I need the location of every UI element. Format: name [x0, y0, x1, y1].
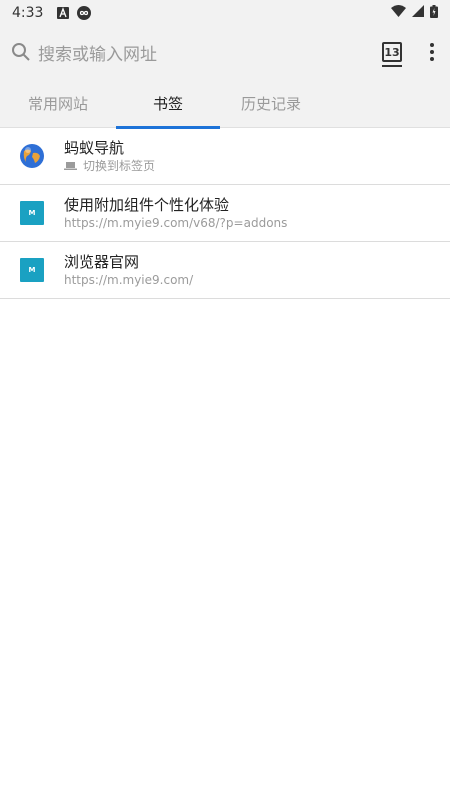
search-icon[interactable]	[10, 41, 32, 63]
bookmark-title: 浏览器官网	[64, 253, 140, 271]
bookmark-url: https://m.myie9.com/	[64, 273, 194, 287]
tab-label: 常用网站	[27, 94, 88, 113]
more-menu-icon[interactable]	[424, 40, 440, 64]
bookmark-subtitle: 切换到标签页	[83, 159, 156, 173]
battery-icon	[430, 4, 438, 22]
wifi-icon	[391, 5, 406, 21]
list-item[interactable]: 蚂蚁导航 切换到标签页	[0, 128, 450, 185]
bookmark-url: https://m.myie9.com/v68/?p=addons	[64, 216, 288, 230]
tab-count: 13	[382, 42, 402, 62]
laptop-icon	[64, 161, 77, 171]
tab-label: 书签	[152, 94, 183, 113]
tab-history[interactable]: 历史记录	[220, 78, 322, 128]
site-icon-letter: M	[20, 258, 44, 282]
m-site-icon: M	[18, 256, 46, 284]
tab-bar: 常用网站 书签 历史记录	[0, 78, 450, 129]
tab-label: 历史记录	[240, 94, 301, 113]
tab-switcher-button[interactable]: 13	[380, 40, 404, 67]
status-time: 4:33	[12, 5, 44, 21]
list-item[interactable]: M 使用附加组件个性化体验 https://m.myie9.com/v68/?p…	[0, 185, 450, 242]
signal-icon	[412, 5, 424, 21]
bookmark-list: 蚂蚁导航 切换到标签页 M 使用附加组件个性化体验 https://m.myie…	[0, 128, 450, 299]
m-site-icon: M	[18, 199, 46, 227]
bookmark-title: 使用附加组件个性化体验	[64, 196, 230, 214]
browser-toolbar: 搜索或输入网址 13	[0, 26, 450, 78]
tab-bookmarks[interactable]: 书签	[116, 78, 220, 129]
tab-frequent-sites[interactable]: 常用网站	[0, 78, 116, 128]
site-icon-letter: M	[20, 201, 44, 225]
bookmark-title: 蚂蚁导航	[64, 139, 125, 157]
status-bar: 4:33	[0, 0, 450, 26]
list-item[interactable]: M 浏览器官网 https://m.myie9.com/	[0, 242, 450, 299]
search-input[interactable]: 搜索或输入网址	[38, 40, 380, 65]
font-icon	[57, 7, 70, 19]
infinity-icon	[77, 6, 92, 20]
globe-icon	[18, 142, 46, 170]
